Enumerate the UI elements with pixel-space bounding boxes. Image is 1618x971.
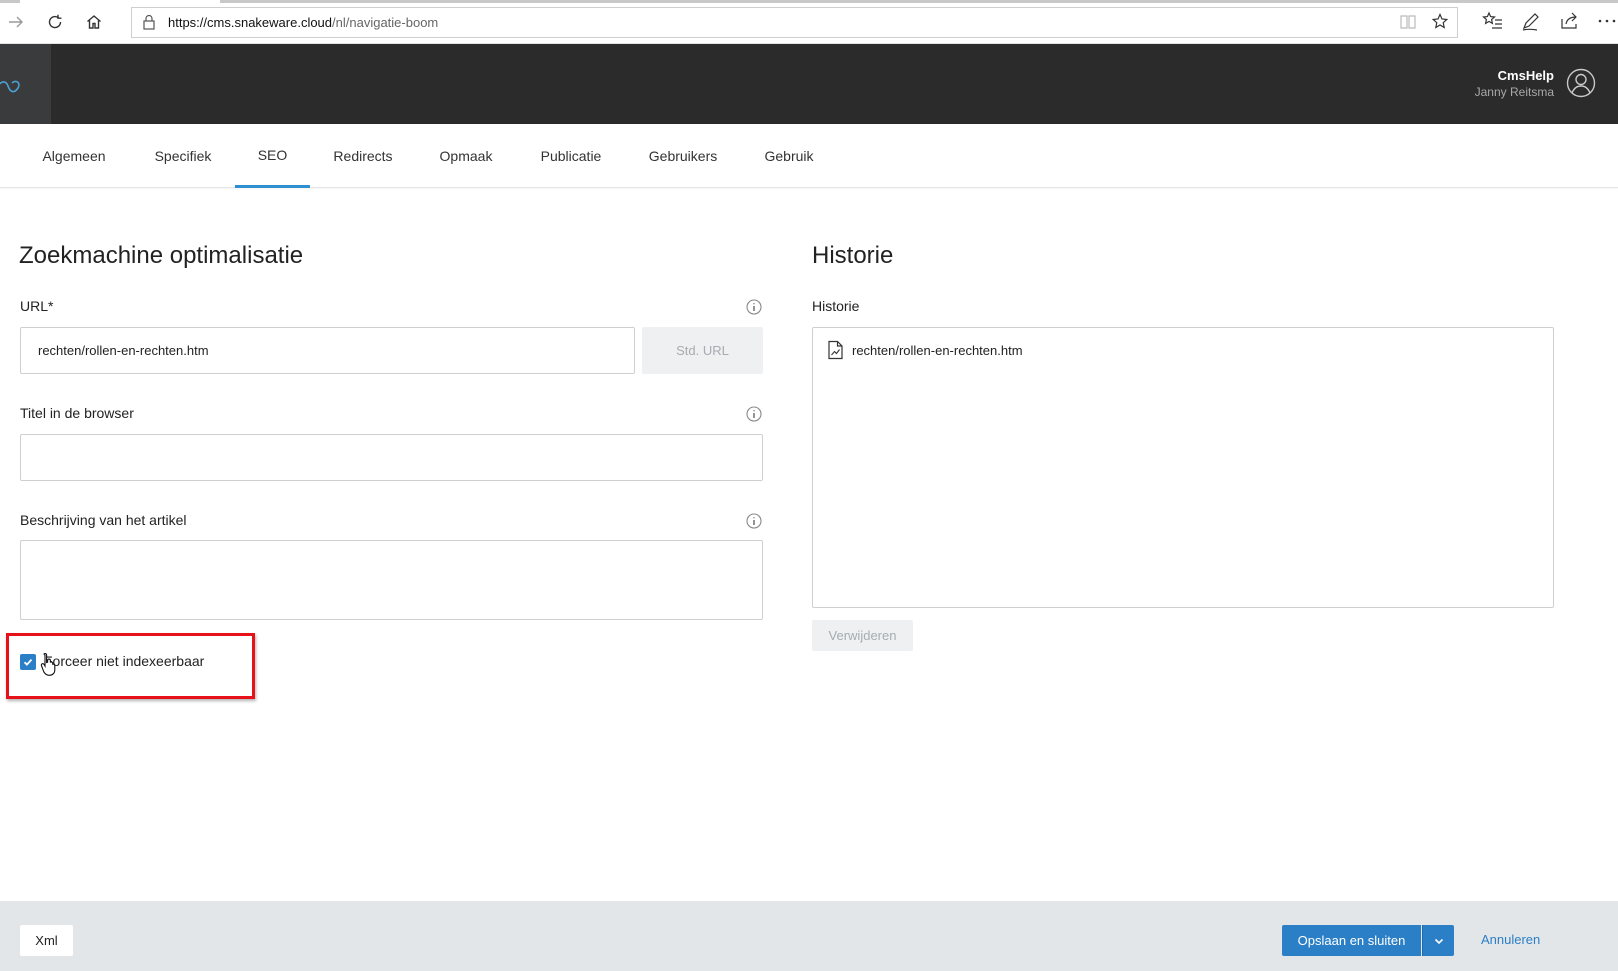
std-url-button[interactable]: Std. URL: [642, 327, 763, 374]
user-avatar-icon[interactable]: [1566, 68, 1596, 103]
chevron-down-icon: [1434, 938, 1443, 944]
tab-gebruik[interactable]: Gebruik: [752, 124, 826, 188]
favorites-list-icon[interactable]: [1482, 10, 1504, 37]
browser-toolbar: https://cms.snakeware.cloud/nl/navigatie…: [0, 0, 1618, 44]
seo-section-title: Zoekmachine optimalisatie: [19, 242, 304, 269]
user-app-name: CmsHelp: [1497, 68, 1554, 83]
url-path: /nl/navigatie-boom: [332, 15, 439, 30]
tab-strip-edge: [0, 0, 20, 3]
tab-redirects[interactable]: Redirects: [322, 124, 404, 188]
browser-title-input[interactable]: [20, 434, 763, 481]
refresh-icon[interactable]: [43, 10, 67, 34]
tab-algemeen[interactable]: Algemeen: [28, 124, 120, 188]
tab-bar: Algemeen Specifiek SEO Redirects Opmaak …: [0, 124, 1618, 188]
tab-seo[interactable]: SEO: [235, 124, 310, 188]
tab-publicatie[interactable]: Publicatie: [527, 124, 615, 188]
snakeware-logo-icon[interactable]: [0, 44, 51, 124]
footer-bar: Xml Opslaan en sluiten Annuleren: [0, 901, 1618, 971]
hand-cursor-icon: [40, 652, 56, 676]
app-header: CmsHelp Janny Reitsma: [0, 44, 1618, 124]
xml-button[interactable]: Xml: [20, 925, 73, 956]
history-label: Historie: [812, 298, 860, 314]
user-info[interactable]: CmsHelp Janny Reitsma: [1475, 68, 1554, 99]
info-icon[interactable]: [746, 299, 762, 315]
address-bar[interactable]: https://cms.snakeware.cloud/nl/navigatie…: [131, 7, 1458, 38]
history-list: rechten/rollen-en-rechten.htm: [812, 327, 1554, 608]
user-name: Janny Reitsma: [1474, 85, 1554, 99]
pen-icon[interactable]: [1520, 10, 1542, 37]
delete-button[interactable]: Verwijderen: [812, 620, 913, 651]
info-icon[interactable]: [746, 513, 762, 529]
description-label: Beschrijving van het artikel: [20, 512, 187, 528]
tab-gebruikers[interactable]: Gebruikers: [638, 124, 728, 188]
forward-arrow-icon[interactable]: [4, 10, 28, 34]
url-label: URL*: [20, 298, 54, 314]
tab-specifiek[interactable]: Specifiek: [143, 124, 223, 188]
list-item[interactable]: rechten/rollen-en-rechten.htm: [827, 340, 1023, 360]
favorite-star-icon[interactable]: [1431, 12, 1449, 37]
history-section-title: Historie: [812, 242, 894, 269]
lock-icon: [142, 14, 156, 35]
save-and-close-button[interactable]: Opslaan en sluiten: [1282, 925, 1421, 956]
browser-title-label: Titel in de browser: [20, 405, 134, 421]
tab-opmaak[interactable]: Opmaak: [429, 124, 503, 188]
address-url: https://cms.snakeware.cloud/nl/navigatie…: [168, 15, 438, 30]
save-options-dropdown[interactable]: [1422, 925, 1454, 956]
url-host: https://cms.snakeware.cloud: [168, 15, 333, 30]
share-icon[interactable]: [1558, 10, 1580, 37]
reading-view-icon[interactable]: [1399, 12, 1417, 37]
more-icon[interactable]: [1596, 10, 1618, 37]
url-input[interactable]: rechten/rollen-en-rechten.htm: [20, 327, 635, 374]
info-icon[interactable]: [746, 406, 762, 422]
cancel-link[interactable]: Annuleren: [1481, 932, 1540, 947]
document-chart-icon: [828, 340, 843, 360]
description-textarea[interactable]: [20, 540, 763, 620]
history-item-label: rechten/rollen-en-rechten.htm: [852, 342, 1023, 358]
home-icon[interactable]: [82, 10, 106, 34]
tab-strip-edge: [220, 0, 1618, 3]
